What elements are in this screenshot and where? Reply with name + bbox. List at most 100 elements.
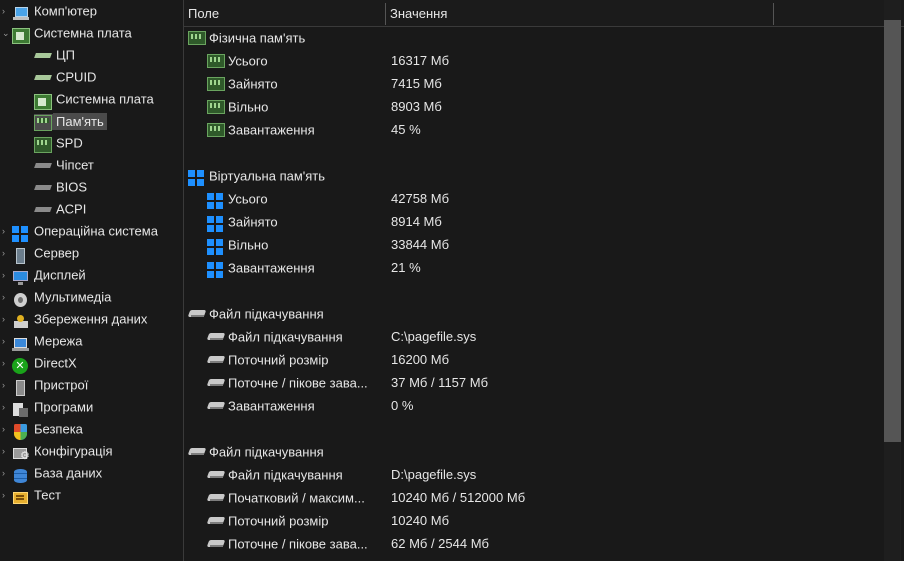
drive-icon	[207, 377, 225, 391]
tree-item-label: Збереження даних	[34, 311, 148, 327]
list-item[interactable]: Початковий / максим...	[207, 488, 365, 508]
column-header-field[interactable]: Поле	[188, 0, 219, 26]
tree-item[interactable]: › Програми	[2, 397, 93, 418]
database-icon	[12, 466, 30, 484]
tree-item-label: Комп'ютер	[34, 3, 97, 19]
expand-arrow-icon[interactable]: ›	[2, 221, 10, 241]
list-item[interactable]: Поточний розмір	[207, 350, 328, 370]
scrollbar-thumb[interactable]	[884, 20, 901, 442]
tree-item[interactable]: › Безпека	[2, 419, 83, 441]
network-icon	[12, 334, 30, 352]
group-row[interactable]: Файл підкачування	[188, 442, 324, 462]
group-row[interactable]: Фізична пам'ять	[188, 28, 305, 48]
list-item[interactable]: Зайнято	[207, 212, 278, 232]
list-item[interactable]: Файл підкачування	[207, 465, 343, 485]
server-icon	[12, 248, 30, 265]
group-row[interactable]: Віртуальна пам'ять	[188, 166, 325, 186]
tree-item[interactable]: Чіпсет	[34, 155, 94, 175]
benchmark-icon	[12, 490, 30, 506]
tree-item[interactable]: › Комп'ютер	[2, 1, 97, 21]
tree-item[interactable]: › Операційна система	[2, 221, 158, 241]
tree-item[interactable]: › Тест	[2, 485, 61, 506]
tree-item[interactable]: › Мультимедіа	[2, 287, 111, 308]
tree-item[interactable]: › База даних	[2, 463, 102, 484]
tree-item[interactable]: › Збереження даних	[2, 309, 148, 329]
field-label: Початковий / максим...	[228, 490, 365, 506]
tree-item[interactable]: › Сервер	[2, 243, 79, 265]
tree-item[interactable]: ACPI	[34, 199, 86, 219]
tree-item-label: Конфігурація	[34, 443, 113, 459]
drive-icon	[207, 469, 225, 483]
acpi-icon	[34, 204, 52, 220]
list-item[interactable]: Поточне / пікове зава...	[207, 534, 368, 554]
field-value: C:\pagefile.sys	[391, 329, 477, 344]
field-label: Поточне / пікове зава...	[228, 536, 368, 552]
expand-arrow-icon[interactable]: ›	[2, 243, 10, 263]
tree-item[interactable]: CPUID	[34, 67, 96, 87]
multimedia-icon	[12, 290, 30, 308]
column-divider[interactable]	[773, 3, 774, 25]
field-label: Завантаження	[228, 260, 315, 276]
tree-item[interactable]: › Мережа	[2, 331, 82, 352]
server-icon	[12, 246, 30, 265]
navigation-tree[interactable]: › Комп'ютер ⌄ Системна плата ЦП CPUID Системна…	[0, 0, 184, 561]
list-header: Поле Значення	[184, 0, 904, 27]
collapse-arrow-icon[interactable]: ⌄	[2, 23, 10, 43]
tree-item-label: Дисплей	[34, 267, 86, 283]
memory-icon	[207, 53, 225, 68]
expand-arrow-icon[interactable]: ›	[2, 309, 10, 329]
column-divider[interactable]	[385, 3, 386, 25]
group-row[interactable]: Файл підкачування	[188, 304, 324, 324]
field-value: 21 %	[391, 260, 421, 275]
tree-item[interactable]: Системна плата	[34, 89, 154, 111]
bios-icon	[34, 182, 52, 198]
tree-item[interactable]: › Дисплей	[2, 265, 86, 286]
column-header-value[interactable]: Значення	[390, 0, 447, 26]
windows-icon	[188, 169, 206, 184]
drive-icon	[207, 400, 225, 414]
tree-item-label: Тест	[34, 487, 61, 503]
expand-arrow-icon[interactable]: ›	[2, 419, 10, 439]
scrollbar-up[interactable]	[884, 0, 901, 20]
list-item[interactable]: Зайнято	[207, 74, 278, 94]
field-value: 37 Мб / 1157 Мб	[391, 375, 489, 390]
expand-arrow-icon[interactable]: ›	[2, 1, 10, 21]
tree-item[interactable]: Пам'ять	[34, 111, 107, 132]
memory-icon	[34, 136, 52, 154]
list-item[interactable]: Завантаження	[207, 396, 315, 416]
list-item[interactable]: Завантаження	[207, 258, 315, 278]
expand-arrow-icon[interactable]: ›	[2, 485, 10, 505]
tree-item[interactable]: ЦП	[34, 45, 75, 65]
field-label: Усього	[228, 53, 268, 69]
expand-arrow-icon[interactable]: ›	[2, 287, 10, 307]
expand-arrow-icon[interactable]: ›	[2, 265, 10, 285]
expand-arrow-icon[interactable]: ›	[2, 353, 10, 373]
motherboard-icon	[12, 26, 30, 45]
expand-arrow-icon[interactable]: ›	[2, 441, 10, 461]
chipset-icon	[34, 158, 52, 174]
tree-item[interactable]: SPD	[34, 133, 83, 154]
expand-arrow-icon[interactable]: ›	[2, 397, 10, 417]
list-item[interactable]: Файл підкачування	[207, 327, 343, 347]
drive-icon	[207, 331, 225, 345]
list-item[interactable]: Поточний розмір	[207, 511, 328, 531]
tree-item[interactable]: › DirectX	[2, 353, 77, 375]
list-item[interactable]: Вільно	[207, 97, 268, 117]
expand-arrow-icon[interactable]: ›	[2, 375, 10, 395]
tree-item[interactable]: BIOS	[34, 177, 87, 197]
devices-icon	[12, 378, 30, 397]
list-item[interactable]: Поточне / пікове зава...	[207, 373, 368, 393]
expand-arrow-icon[interactable]: ›	[2, 331, 10, 351]
tree-item[interactable]: ⌄ Системна плата	[2, 23, 132, 45]
tree-item[interactable]: › Пристрої	[2, 375, 88, 397]
cpuid-icon	[34, 72, 52, 88]
list-item[interactable]: Завантаження	[207, 120, 315, 140]
list-item[interactable]: Вільно	[207, 235, 268, 255]
list-item[interactable]: Усього	[207, 51, 268, 71]
tree-item[interactable]: › Конфігурація	[2, 441, 113, 463]
config-icon	[12, 444, 30, 462]
expand-arrow-icon[interactable]: ›	[2, 463, 10, 483]
vertical-scrollbar[interactable]	[884, 20, 901, 561]
list-item[interactable]: Усього	[207, 189, 268, 209]
field-value: 45 %	[391, 122, 421, 137]
